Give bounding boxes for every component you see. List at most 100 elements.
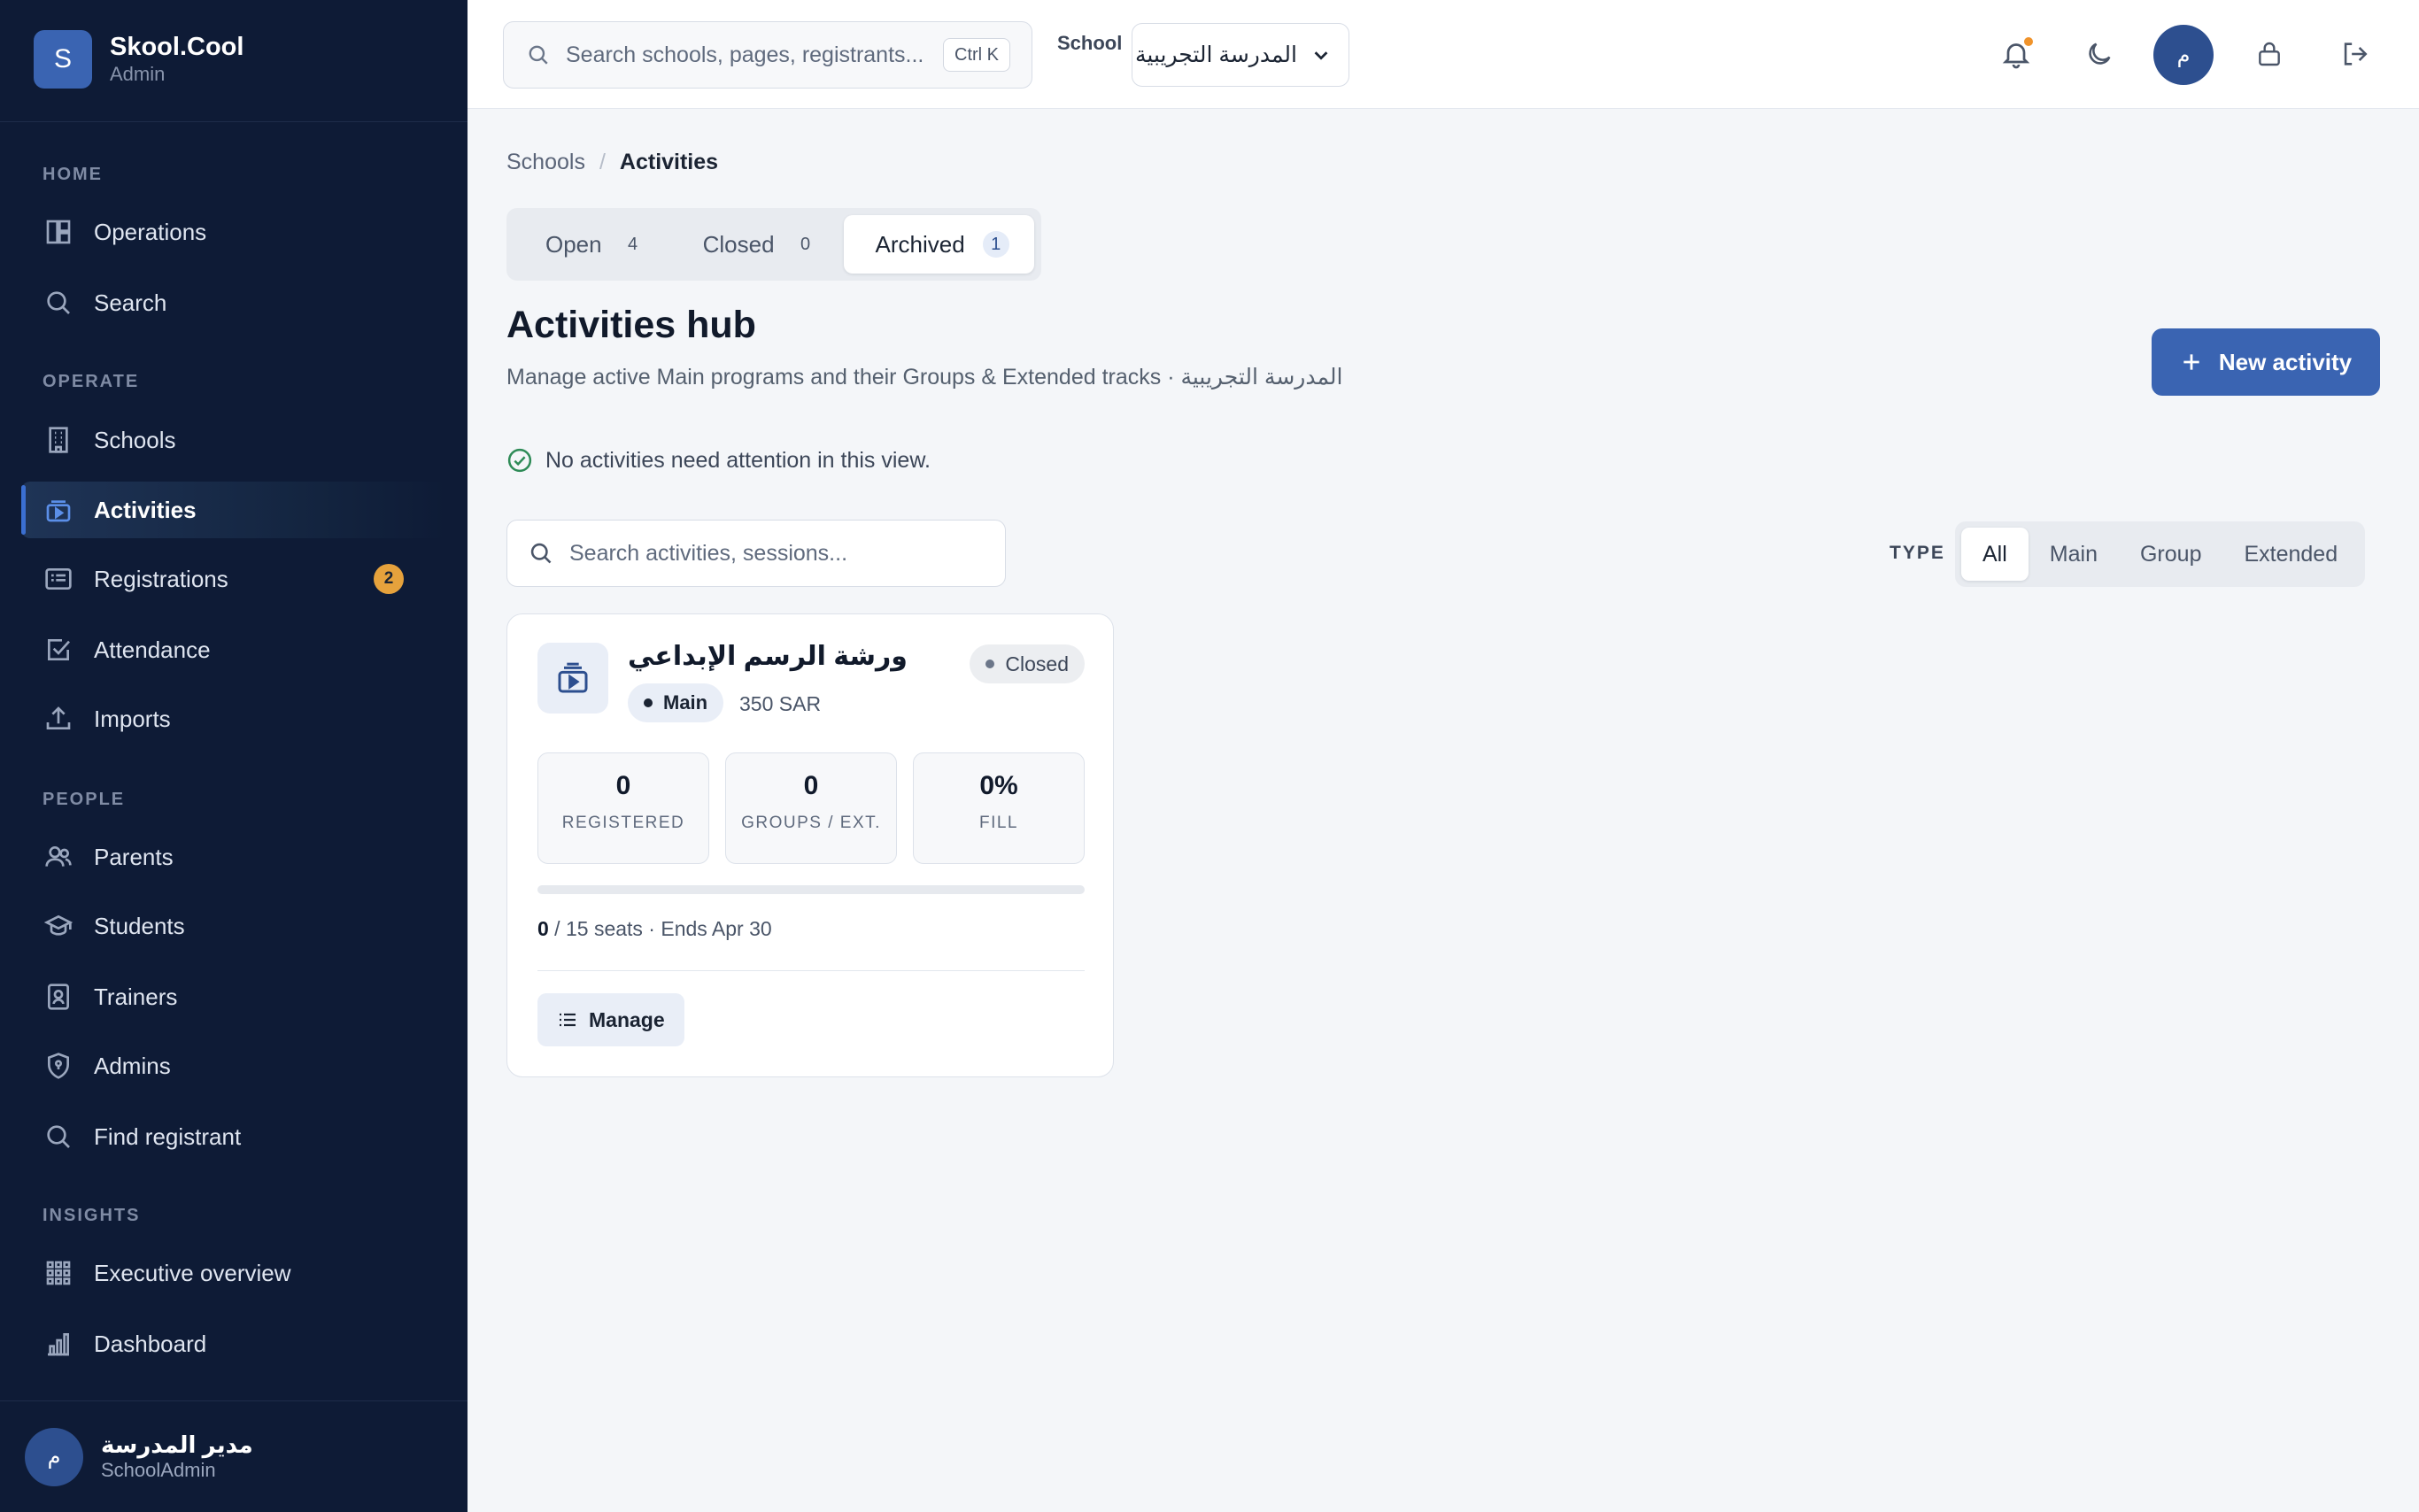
tab-count: 1 bbox=[982, 231, 1009, 258]
activity-search-input[interactable] bbox=[569, 540, 985, 567]
sidebar-item-operations[interactable]: Operations bbox=[21, 204, 446, 260]
sidebar-item-label: Operations bbox=[94, 218, 207, 245]
moon-icon bbox=[2084, 39, 2114, 69]
type-option-group[interactable]: Group bbox=[2119, 528, 2222, 581]
notification-dot bbox=[2024, 37, 2033, 46]
sidebar-item-search[interactable]: Search bbox=[21, 274, 446, 331]
tab-label: Open bbox=[545, 230, 602, 258]
sidebar-item-label: Find registrant bbox=[94, 1122, 242, 1150]
school-select-value: المدرسة التجريبية bbox=[1135, 42, 1297, 67]
stat-label: FILL bbox=[978, 814, 1019, 832]
avatar[interactable]: م bbox=[2153, 25, 2214, 85]
sidebar-item-parents[interactable]: Parents bbox=[21, 829, 446, 885]
brand[interactable]: S Skool.Cool Admin bbox=[34, 28, 243, 90]
type-option-extended[interactable]: Extended bbox=[2222, 528, 2359, 581]
activity-title: ورشة الرسم الإبداعي bbox=[628, 642, 908, 671]
tab-open[interactable]: Open 4 bbox=[514, 215, 671, 274]
breadcrumb-current: Activities bbox=[619, 150, 719, 174]
id-badge-icon bbox=[43, 981, 74, 1013]
logout-icon bbox=[2339, 39, 2369, 69]
sidebar-item-schools[interactable]: Schools bbox=[21, 412, 446, 468]
theme-toggle-button[interactable] bbox=[2070, 25, 2129, 83]
sidebar-item-label: Parents bbox=[94, 843, 174, 870]
sidebar-item-attendance[interactable]: Attendance bbox=[21, 621, 446, 678]
type-option-main[interactable]: Main bbox=[2029, 528, 2119, 581]
new-activity-button[interactable]: New activity bbox=[2152, 328, 2380, 396]
brand-role: Admin bbox=[110, 63, 166, 85]
checkbox-icon bbox=[43, 634, 74, 666]
sidebar-item-admins[interactable]: Admins bbox=[21, 1038, 446, 1094]
new-activity-label: New activity bbox=[2218, 348, 2353, 375]
activity-price: 350 SAR bbox=[739, 692, 822, 715]
activity-type-text: Main bbox=[663, 691, 708, 714]
sidebar-item-activities[interactable]: Activities bbox=[21, 482, 446, 538]
nav-section-operate: OPERATE bbox=[43, 372, 140, 391]
shortcut-hint: Ctrl K bbox=[943, 38, 1010, 72]
sidebar-item-students[interactable]: Students bbox=[21, 898, 446, 954]
seats-progress-bar bbox=[537, 885, 1085, 894]
nav-section-people: PEOPLE bbox=[43, 790, 126, 809]
sidebar-item-label: Registrations bbox=[94, 565, 228, 592]
sidebar-item-label: Students bbox=[94, 912, 185, 939]
brand-name: Skool.Cool bbox=[110, 33, 244, 61]
dashboard-icon bbox=[43, 216, 74, 248]
activity-card[interactable]: ورشة الرسم الإبداعي Closed Main 350 SAR … bbox=[506, 613, 1114, 1077]
current-user[interactable]: م مدير المدرسة SchoolAdmin bbox=[0, 1400, 468, 1512]
sidebar-item-label: Dashboard bbox=[94, 1330, 207, 1357]
tab-label: Archived bbox=[875, 230, 965, 258]
sidebar-item-label: Attendance bbox=[94, 636, 211, 663]
type-filter: All Main Group Extended bbox=[1955, 521, 2366, 587]
sidebar-item-label: Imports bbox=[94, 705, 171, 732]
logout-button[interactable] bbox=[2325, 25, 2384, 83]
stat-registered: 0 REGISTERED bbox=[537, 752, 709, 864]
sidebar-item-executive-overview[interactable]: Executive overview bbox=[21, 1245, 446, 1301]
sidebar-item-find-registrant[interactable]: Find registrant bbox=[21, 1108, 446, 1165]
shield-icon bbox=[43, 1050, 74, 1082]
tab-archived[interactable]: Archived 1 bbox=[843, 215, 1034, 274]
sidebar-item-imports[interactable]: Imports bbox=[21, 690, 446, 747]
tab-count: 0 bbox=[800, 234, 811, 254]
school-select[interactable]: المدرسة التجريبية bbox=[1132, 23, 1349, 87]
seats-summary: 0 / 15 seats · Ends Apr 30 bbox=[537, 917, 772, 941]
manage-label: Manage bbox=[589, 1007, 665, 1031]
type-dot bbox=[644, 698, 653, 707]
sidebar-item-label: Schools bbox=[94, 426, 176, 453]
notifications-button[interactable] bbox=[1987, 25, 2045, 83]
divider bbox=[0, 121, 468, 122]
status-text: Closed bbox=[1005, 652, 1069, 675]
search-icon bbox=[529, 541, 553, 566]
manage-button[interactable]: Manage bbox=[537, 993, 684, 1046]
activity-search[interactable] bbox=[506, 520, 1006, 587]
notice-text: No activities need attention in this vie… bbox=[545, 447, 931, 473]
sidebar-item-dashboard[interactable]: Dashboard bbox=[21, 1315, 446, 1372]
sidebar-item-label: Activities bbox=[94, 496, 197, 523]
breadcrumb-link-schools[interactable]: Schools bbox=[506, 150, 585, 175]
activity-icon bbox=[537, 643, 608, 714]
page-title: Activities hub bbox=[506, 304, 756, 346]
grid-icon bbox=[43, 1257, 74, 1289]
school-label: School bbox=[1057, 32, 1123, 54]
status-badge: Closed bbox=[970, 644, 1085, 683]
divider bbox=[537, 970, 1085, 971]
registrations-count-badge: 2 bbox=[374, 564, 404, 594]
chevron-down-icon bbox=[1311, 45, 1331, 65]
building-icon bbox=[43, 424, 74, 456]
plus-icon bbox=[2180, 351, 2203, 374]
sidebar-item-label: Search bbox=[94, 289, 167, 316]
lock-button[interactable] bbox=[2240, 25, 2299, 83]
type-option-all[interactable]: All bbox=[1961, 528, 2029, 581]
tab-closed[interactable]: Closed 0 bbox=[671, 215, 844, 274]
sidebar-item-registrations[interactable]: Registrations 2 bbox=[21, 551, 446, 607]
sidebar-item-trainers[interactable]: Trainers bbox=[21, 968, 446, 1025]
global-search-input[interactable] bbox=[566, 42, 938, 68]
activity-type-chip: Main bbox=[628, 683, 724, 722]
activity-icon bbox=[43, 494, 74, 526]
status-dot bbox=[985, 660, 995, 668]
stat-fill: 0% FILL bbox=[913, 752, 1085, 864]
global-search[interactable]: Ctrl K bbox=[503, 21, 1032, 89]
brand-logo: S bbox=[34, 30, 92, 89]
stat-value: 0 bbox=[803, 771, 819, 800]
page-subtitle: Manage active Main programs and their Gr… bbox=[506, 365, 1343, 390]
breadcrumb: Schools / Activities bbox=[506, 150, 718, 175]
avatar: م bbox=[25, 1427, 83, 1486]
